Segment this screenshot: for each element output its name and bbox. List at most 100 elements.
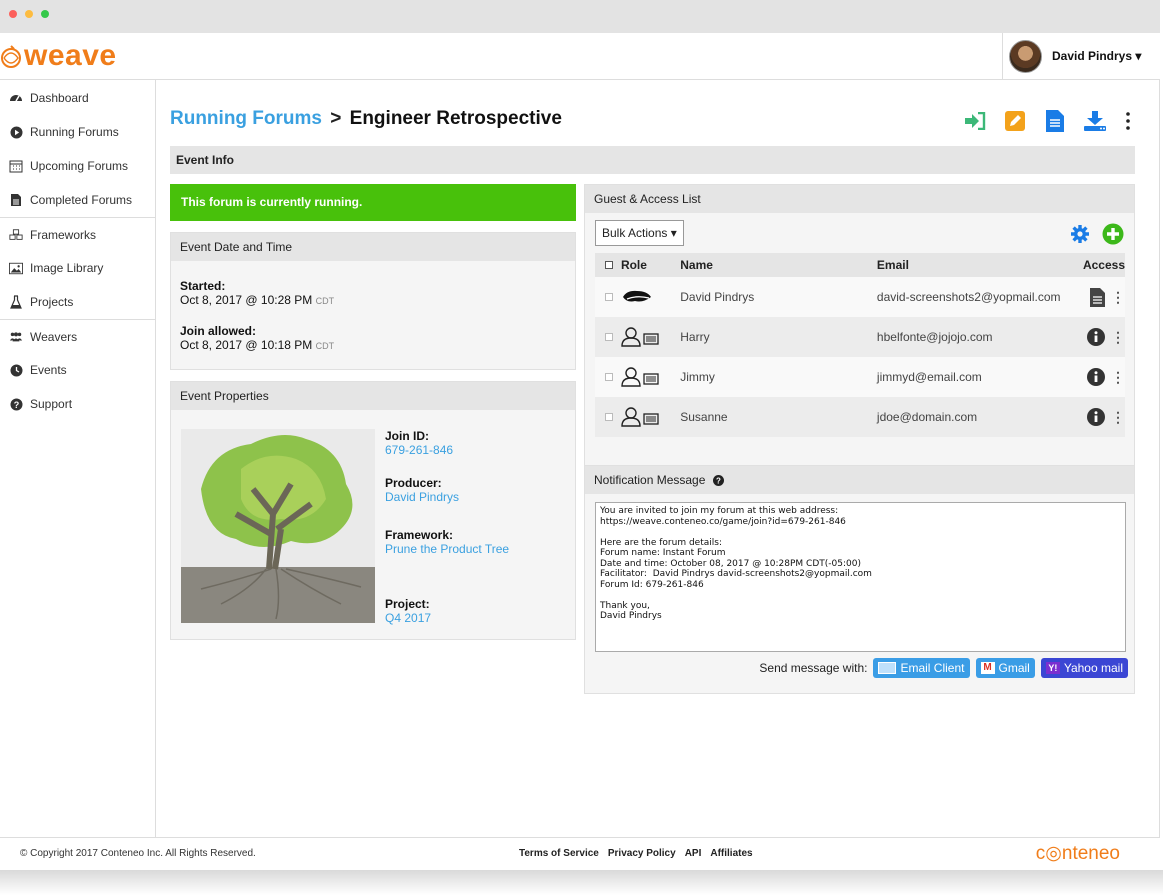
logo-text: weave [24,39,117,72]
sidebar-item-label: Support [30,397,73,411]
send-message-row: Send message with: Email Client M Gmail … [759,658,1128,678]
add-guest-icon[interactable] [1102,223,1124,248]
weave-logo[interactable]: weave [0,39,117,73]
row-more-icon[interactable]: ⋮ [1111,289,1125,306]
sidebar-item-label: Image Library [30,261,104,275]
table-row[interactable]: Susanne jdoe@domain.com ⋮ [595,397,1125,437]
access-document-icon[interactable] [1090,287,1105,307]
participant-icon [621,327,680,347]
table-row[interactable]: David Pindrys david-screenshots2@yopmail… [595,277,1125,317]
gmail-button[interactable]: M Gmail [975,658,1035,678]
info-icon[interactable] [1087,328,1105,346]
row-checkbox[interactable] [605,413,613,421]
join-icon[interactable] [964,110,986,132]
help-icon[interactable]: ? [713,474,725,486]
avatar[interactable] [1009,39,1042,73]
participant-icon [621,407,680,427]
terms-link[interactable]: Terms of Service [519,848,599,859]
email-client-button[interactable]: Email Client [873,658,970,678]
sidebar-item-label: Weavers [30,329,78,344]
sidebar-item-running-forums[interactable]: Running Forums [0,115,155,149]
sidebar-item-completed-forums[interactable]: Completed Forums [0,183,155,217]
project-link[interactable]: Q4 2017 [385,611,431,625]
column-name[interactable]: Name [680,258,877,272]
notification-message-textarea[interactable]: You are invited to join my forum at this… [595,502,1126,652]
row-checkbox[interactable] [605,293,613,301]
more-icon[interactable] [1124,110,1132,132]
user-name[interactable]: David Pindrys ▾ [1052,49,1141,63]
sidebar-item-weavers[interactable]: Weavers [0,319,155,353]
framework-link[interactable]: Prune the Product Tree [385,542,509,556]
row-more-icon[interactable]: ⋮ [1111,409,1125,426]
column-role[interactable]: Role [621,258,680,272]
sidebar-item-upcoming-forums[interactable]: Upcoming Forums [0,149,155,183]
event-properties-panel: Event Properties Join ID: 679-261-846 Pr… [170,381,576,640]
column-email[interactable]: Email [877,258,1074,272]
breadcrumb: Running Forums > Engineer Retrospective [170,108,562,130]
privacy-link[interactable]: Privacy Policy [608,848,676,859]
forum-running-banner: This forum is currently running. [170,184,576,221]
sidebar-item-projects[interactable]: Projects [0,285,155,319]
info-icon[interactable] [1087,368,1105,386]
row-checkbox[interactable] [605,333,613,341]
app-window: weave David Pindrys ▾ Dashboard Running … [0,0,1160,880]
flask-icon [9,295,23,309]
panel-title: Event Properties [171,382,575,410]
panel-title: Guest & Access List [585,185,1134,213]
guest-table-header: Role Name Email Access [595,253,1125,277]
yahoo-mail-button[interactable]: Y! Yahoo mail [1040,658,1128,678]
settings-gear-icon[interactable] [1070,224,1090,247]
cubes-icon [9,228,23,242]
bulk-actions-dropdown[interactable]: Bulk Actions ▾ [595,220,684,246]
sidebar-item-label: Projects [30,295,74,309]
edit-icon[interactable] [1004,110,1026,132]
close-window-dot[interactable] [9,10,17,18]
row-more-icon[interactable]: ⋮ [1111,329,1125,346]
conteneo-brand-logo[interactable]: c◎nteneo [1036,842,1120,865]
sidebar-item-label: Frameworks [30,227,97,242]
affiliates-link[interactable]: Affiliates [710,848,752,859]
sidebar-item-frameworks[interactable]: Frameworks [0,217,155,251]
sidebar-item-support[interactable]: ? Support [0,387,155,421]
calendar-icon [9,159,23,173]
envelope-icon [878,662,897,674]
sidebar: Dashboard Running Forums Upcoming Forums… [0,80,156,837]
row-more-icon[interactable]: ⋮ [1111,369,1125,386]
email-client-label: Email Client [900,661,965,675]
started-value: Oct 8, 2017 @ 10:28 PM [180,293,313,307]
user-menu[interactable]: David Pindrys ▾ [1002,33,1160,79]
producer-link[interactable]: David Pindrys [385,490,459,504]
row-checkbox[interactable] [605,373,613,381]
window-shadow [0,870,1163,895]
minimize-window-dot[interactable] [25,10,33,18]
api-link[interactable]: API [685,848,702,859]
breadcrumb-parent-link[interactable]: Running Forums [170,108,322,129]
breadcrumb-separator: > [330,108,342,129]
sidebar-item-dashboard[interactable]: Dashboard [0,81,155,115]
table-row[interactable]: Jimmy jimmyd@email.com ⋮ [595,357,1125,397]
play-circle-icon [9,125,23,139]
footer: © Copyright 2017 Conteneo Inc. All Right… [0,837,1160,870]
project-label: Project: [385,597,430,611]
sidebar-item-label: Dashboard [30,91,89,105]
report-icon[interactable] [1044,110,1066,132]
svg-text:?: ? [716,476,721,485]
started-label: Started: [180,279,226,293]
download-icon[interactable] [1084,110,1106,132]
guest-name: Jimmy [680,370,715,384]
window-titlebar [0,0,1160,33]
select-all-checkbox[interactable] [605,261,613,269]
sidebar-item-label: Completed Forums [30,193,133,207]
sidebar-item-events[interactable]: Events [0,353,155,387]
svg-text:?: ? [13,400,19,410]
guest-name: Harry [680,330,710,344]
guest-email: jdoe@domain.com [876,410,978,424]
dashboard-icon [9,91,23,105]
gmail-icon: M [980,662,995,674]
join-id-value[interactable]: 679-261-846 [385,443,453,457]
maximize-window-dot[interactable] [41,10,49,18]
table-row[interactable]: Harry hbelfonte@jojojo.com ⋮ [595,317,1125,357]
column-access[interactable]: Access [1074,258,1125,272]
sidebar-item-image-library[interactable]: Image Library [0,251,155,285]
info-icon[interactable] [1087,408,1105,426]
